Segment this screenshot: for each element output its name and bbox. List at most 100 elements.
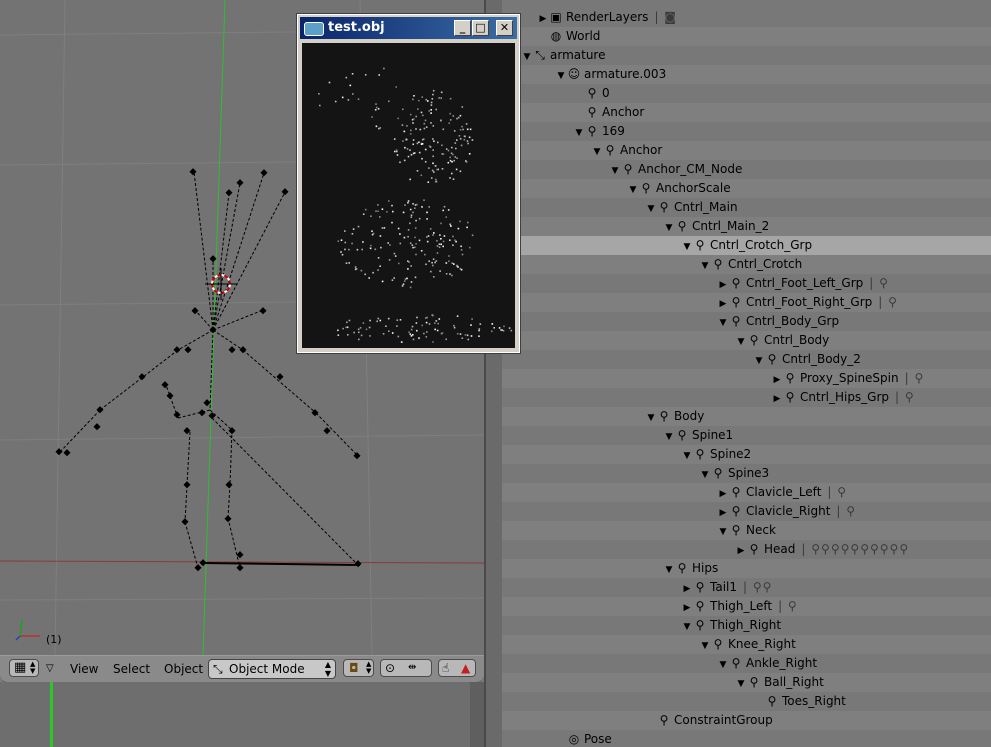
outliner-item-label[interactable]: Knee_Right xyxy=(728,635,796,654)
outliner-item-label[interactable]: Cntrl_Foot_Right_Grp xyxy=(746,293,872,312)
outliner-row[interactable]: ▼ ⚲ Hips xyxy=(502,559,991,578)
outliner-item-label[interactable]: ConstraintGroup xyxy=(674,711,773,730)
outliner-row[interactable]: ▼ ⚲ Anchor xyxy=(502,141,991,160)
outliner-row[interactable]: ▼ ⚲ Cntrl_Crotch xyxy=(502,255,991,274)
outliner-item-label[interactable]: armature xyxy=(550,46,605,65)
outliner-row[interactable]: ⚲ ConstraintGroup xyxy=(502,711,991,730)
outliner-item-label[interactable]: Thigh_Right xyxy=(710,616,781,635)
outliner-item-label[interactable]: Head xyxy=(764,540,795,559)
outliner-row[interactable]: ⚲ Anchor xyxy=(502,103,991,122)
outliner-item-label[interactable]: Anchor_CM_Node xyxy=(638,160,742,179)
outliner-item-label[interactable]: Clavicle_Right xyxy=(746,502,830,521)
outliner-row[interactable]: ▼ ⚲ Knee_Right xyxy=(502,635,991,654)
outliner-item-label[interactable]: Cntrl_Main xyxy=(674,198,738,217)
outliner-row[interactable]: ▼ ⚲ Neck xyxy=(502,521,991,540)
outliner-row[interactable]: ▶ ⚲ Tail1 | ⚲⚲ xyxy=(502,578,991,597)
draw-type-button[interactable]: ◘ ▲ ▼ xyxy=(343,659,374,677)
outliner-item-label[interactable]: Neck xyxy=(746,521,776,540)
collapse-triangle-icon[interactable]: ▽ xyxy=(46,660,54,678)
outliner-item-label[interactable]: Pose xyxy=(584,730,612,747)
outliner-row[interactable]: ▼ ⚲ Cntrl_Main xyxy=(502,198,991,217)
cloud-point xyxy=(374,109,377,111)
outliner-item-label[interactable]: Cntrl_Crotch xyxy=(728,255,802,274)
outliner-item-label[interactable]: RenderLayers xyxy=(566,8,648,27)
outliner-item-label[interactable]: Cntrl_Crotch_Grp xyxy=(710,236,812,255)
outliner-item-label[interactable]: Cntrl_Foot_Left_Grp xyxy=(746,274,863,293)
outliner-row[interactable]: ▼ ⚲ AnchorScale xyxy=(502,179,991,198)
outliner-row[interactable]: ▼ ⚲ Thigh_Right xyxy=(502,616,991,635)
outliner-row[interactable]: ⚲ Toes_Right xyxy=(502,692,991,711)
outliner-item-label[interactable]: Cntrl_Main_2 xyxy=(692,217,769,236)
menu-object[interactable]: Object xyxy=(164,660,203,678)
outliner-item-label[interactable]: Ball_Right xyxy=(764,673,824,692)
window-titlebar[interactable]: test.obj _ □ ✕ xyxy=(300,17,517,39)
outliner-item-label[interactable]: 0 xyxy=(602,84,610,103)
outliner-item-label[interactable]: Body xyxy=(674,407,704,426)
outliner-row[interactable]: ▶ ⚲ Clavicle_Right | ⚲ xyxy=(502,502,991,521)
close-button[interactable]: ✕ xyxy=(496,20,513,36)
outliner-row[interactable]: ▼ ⚲ Body xyxy=(502,407,991,426)
object-mode-select[interactable]: ⤡ Object Mode ▲ ▼ xyxy=(208,659,336,679)
outliner-row[interactable]: ▶ ⚲ Head | ⚲⚲⚲⚲⚲⚲⚲⚲⚲⚲ xyxy=(502,540,991,559)
outliner-item-label[interactable]: Tail1 xyxy=(710,578,737,597)
outliner-row[interactable]: ⚲ 0 xyxy=(502,84,991,103)
outliner-row[interactable]: ▶ ▣ RenderLayers | ◙ xyxy=(502,8,991,27)
maximize-button[interactable]: □ xyxy=(472,20,489,36)
outliner-item-label[interactable]: Cntrl_Hips_Grp xyxy=(800,388,889,407)
outliner-row[interactable]: ▼ ⚲ Cntrl_Body_2 xyxy=(502,350,991,369)
outliner-row[interactable]: ▶ ⚲ Clavicle_Left | ⚲ xyxy=(502,483,991,502)
outliner-row[interactable]: ▼ ⚲ Ankle_Right xyxy=(502,654,991,673)
3d-cursor-icon[interactable] xyxy=(205,268,237,300)
outliner-item-label[interactable]: Thigh_Left xyxy=(710,597,772,616)
root-bone[interactable] xyxy=(202,562,361,566)
outliner-item-label[interactable]: Cntrl_Body_Grp xyxy=(746,312,839,331)
outliner-row[interactable]: ▼ ⤡ armature xyxy=(502,46,991,65)
outliner[interactable]: ▶ ▣ RenderLayers | ◙ ◍ World ▼ ⤡ armature ▼ ☺ armat… xyxy=(502,0,991,747)
menu-select[interactable]: Select xyxy=(113,660,150,678)
outliner-row[interactable]: ▼ ⚲ Ball_Right xyxy=(502,673,991,692)
test-obj-window[interactable]: test.obj _ □ ✕ xyxy=(296,13,521,354)
outliner-item-label[interactable]: Spine1 xyxy=(692,426,733,445)
outliner-item-label[interactable]: armature.003 xyxy=(584,65,666,84)
manipulator-toggle[interactable]: ☝ ▲ xyxy=(438,659,476,677)
outliner-row[interactable]: ◎ Pose xyxy=(502,730,991,747)
outliner-row[interactable]: ▼ ⚲ 169 xyxy=(502,122,991,141)
outliner-row[interactable]: ▼ ⚲ Spine1 xyxy=(502,426,991,445)
outliner-item-label[interactable]: Clavicle_Left xyxy=(746,483,821,502)
menu-view[interactable]: View xyxy=(70,660,98,678)
cloud-point xyxy=(463,138,466,141)
outliner-item-label[interactable]: Anchor xyxy=(602,103,644,122)
outliner-row[interactable]: ▶ ⚲ Cntrl_Foot_Right_Grp | ⚲ xyxy=(502,293,991,312)
outliner-row[interactable]: ◍ World xyxy=(502,27,991,46)
outliner-row[interactable]: ▶ ⚲ Thigh_Left | ⚲ xyxy=(502,597,991,616)
outliner-item-label[interactable]: Hips xyxy=(692,559,718,578)
minimize-button[interactable]: _ xyxy=(454,20,471,36)
outliner-row[interactable]: ▼ ⚲ Cntrl_Body_Grp xyxy=(502,312,991,331)
outliner-item-label[interactable]: World xyxy=(566,27,600,46)
cloud-point xyxy=(436,168,438,171)
outliner-row[interactable]: ▼ ⚲ Cntrl_Crotch_Grp xyxy=(502,236,991,255)
outliner-row[interactable]: ▼ ☺ armature.003 xyxy=(502,65,991,84)
outliner-item-label[interactable]: Cntrl_Body_2 xyxy=(782,350,861,369)
point-cloud-view[interactable] xyxy=(302,43,515,348)
outliner-item-label[interactable]: Anchor xyxy=(620,141,662,160)
outliner-row[interactable]: ▼ ⚲ Spine2 xyxy=(502,445,991,464)
editor-type-button[interactable]: ▦ ▲ ▼ xyxy=(9,659,39,677)
outliner-row[interactable]: ▼ ⚲ Cntrl_Main_2 xyxy=(502,217,991,236)
outliner-item-label[interactable]: Proxy_SpineSpin xyxy=(800,369,899,388)
outliner-item-label[interactable]: Ankle_Right xyxy=(746,654,817,673)
outliner-item-label[interactable]: AnchorScale xyxy=(656,179,731,198)
outliner-row[interactable]: ▼ ⚲ Spine3 xyxy=(502,464,991,483)
outliner-item-label[interactable]: 169 xyxy=(602,122,625,141)
outliner-row[interactable]: ▼ ⚲ Cntrl_Body xyxy=(502,331,991,350)
outliner-item-label[interactable]: Spine3 xyxy=(728,464,769,483)
outliner-row[interactable]: ▶ ⚲ Proxy_SpineSpin | ⚲ xyxy=(502,369,991,388)
pivot-button[interactable]: ⊙ ⇹ xyxy=(380,659,432,677)
child-bones-icons: | ⚲ xyxy=(895,390,915,404)
outliner-item-label[interactable]: Toes_Right xyxy=(782,692,846,711)
outliner-item-label[interactable]: Spine2 xyxy=(710,445,751,464)
outliner-row[interactable]: ▶ ⚲ Cntrl_Hips_Grp | ⚲ xyxy=(502,388,991,407)
outliner-row[interactable]: ▼ ⚲ Anchor_CM_Node xyxy=(502,160,991,179)
outliner-row[interactable]: ▶ ⚲ Cntrl_Foot_Left_Grp | ⚲ xyxy=(502,274,991,293)
outliner-item-label[interactable]: Cntrl_Body xyxy=(764,331,829,350)
